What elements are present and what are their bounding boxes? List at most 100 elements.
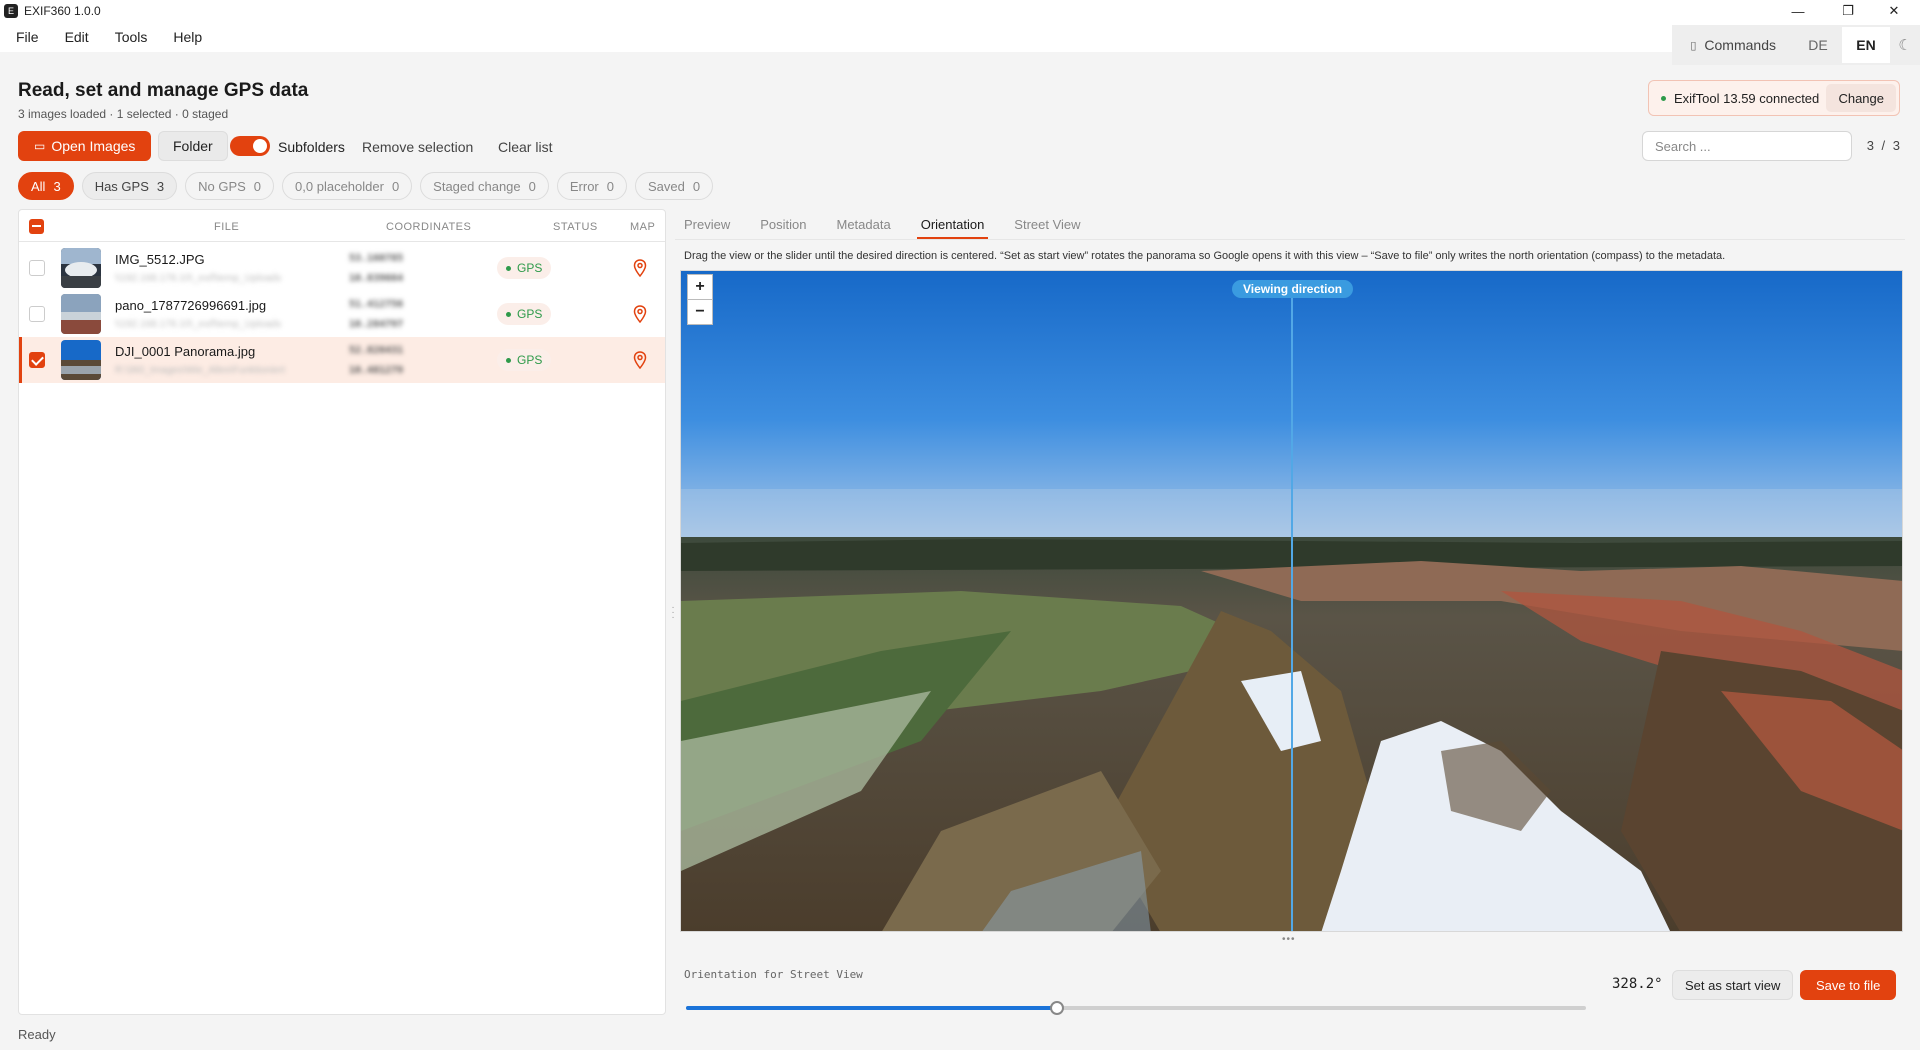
image-thumbnail (61, 294, 101, 334)
subfolders-toggle[interactable] (230, 136, 270, 156)
status-badge: GPS (497, 303, 552, 325)
col-map: MAP (630, 221, 656, 233)
viewing-direction-label: Viewing direction (1232, 280, 1354, 298)
status-badge: GPS (497, 257, 552, 279)
filter-chip[interactable]: All 3 (18, 172, 74, 200)
menu-tools[interactable]: Tools (115, 29, 148, 45)
lang-de-button[interactable]: DE (1794, 27, 1842, 63)
zoom-out-button[interactable]: − (687, 299, 713, 325)
filter-chip-count: 0 (606, 178, 614, 194)
col-coordinates[interactable]: COORDINATES (386, 221, 471, 233)
top-right-controls: ▯ Commands DE EN ☾ (1672, 25, 1920, 65)
lang-en-button[interactable]: EN (1842, 27, 1890, 63)
map-pin-icon[interactable] (630, 258, 650, 278)
filter-chip[interactable]: No GPS 0 (185, 172, 275, 200)
latitude: 51.412756 (349, 299, 404, 310)
longitude: 10.839664 (349, 273, 404, 284)
remove-selection-button[interactable]: Remove selection (362, 139, 473, 155)
open-images-label: Open Images (51, 138, 136, 154)
orientation-degrees: 328.2° (1612, 976, 1663, 992)
commands-icon: ▯ (1690, 39, 1697, 52)
clear-list-button[interactable]: Clear list (498, 139, 552, 155)
zoom-in-button[interactable]: + (687, 274, 713, 300)
filter-chip-label: Saved (648, 178, 685, 194)
table-row[interactable]: DJI_0001 Panorama.jpg R:\360_Images\Wie_A… (19, 337, 665, 383)
file-name: IMG_5512.JPG (115, 252, 205, 267)
row-checkbox[interactable] (29, 352, 45, 368)
col-status[interactable]: STATUS (553, 221, 598, 233)
filter-chip-label: All (31, 178, 46, 194)
filter-chip-count: 0 (253, 178, 262, 194)
status-text: GPS (517, 261, 543, 275)
select-all-checkbox[interactable] (29, 219, 44, 234)
menu-help[interactable]: Help (173, 29, 202, 45)
viewing-direction-line (1291, 293, 1293, 931)
menu-edit[interactable]: Edit (65, 29, 89, 45)
filter-chip-label: 0,0 placeholder (295, 178, 384, 194)
open-images-button[interactable]: ▭ Open Images (18, 131, 152, 161)
subfolders-label: Subfolders (278, 139, 345, 155)
tab-metadata[interactable]: Metadata (837, 209, 891, 239)
folder-button[interactable]: Folder (158, 131, 228, 161)
search-input[interactable] (1642, 131, 1852, 161)
orientation-slider-handle[interactable] (1050, 1001, 1064, 1015)
table-row[interactable]: IMG_5512.JPG \\192.168.178.10\_exif\temp_… (19, 245, 665, 291)
filter-chip-label: Error (569, 178, 599, 194)
filter-chip-label: Staged change (433, 178, 521, 194)
status-bar: Ready (18, 1027, 56, 1042)
filter-chips: All 3 Has GPS 3 No GPS 0 0,0 placeholder 0 Stage… (18, 172, 714, 200)
file-list-panel: FILE COORDINATES STATUS MAP IMG_5512.JPG… (18, 209, 666, 1015)
image-icon: ▭ (34, 139, 46, 153)
tab-position[interactable]: Position (760, 209, 806, 239)
restore-button[interactable]: ❐ (1826, 0, 1870, 22)
tab-street-view[interactable]: Street View (1014, 209, 1080, 239)
tab-preview[interactable]: Preview (684, 209, 730, 239)
page-title: Read, set and manage GPS data (18, 80, 309, 101)
panorama-viewer[interactable]: + − Viewing direction (680, 270, 1903, 932)
theme-toggle-icon[interactable]: ☾ (1890, 36, 1920, 54)
minimize-button[interactable]: — (1776, 0, 1820, 22)
map-pin-icon[interactable] (630, 304, 650, 324)
status-badge: GPS (497, 349, 552, 371)
filter-chip-count: 0 (391, 178, 400, 194)
filter-chip-count: 0 (692, 178, 701, 194)
filter-chip-count: 0 (528, 178, 536, 194)
page-subtitle: 3 images loaded · 1 selected · 0 staged (18, 107, 229, 121)
table-row[interactable]: pano_1787726996691.jpg \\192.168.178.10\_… (19, 291, 665, 337)
orientation-slider-fill (686, 1006, 1057, 1010)
map-pin-icon[interactable] (630, 350, 650, 370)
menu-file[interactable]: File (16, 29, 39, 45)
status-text: GPS (517, 307, 543, 321)
file-path: \\192.168.178.10\_exif\temp_Uploads (115, 273, 282, 284)
title-bar: E EXIF360 1.0.0 — ❐ ✕ (0, 0, 1920, 22)
filter-chip[interactable]: Error 0 (556, 172, 627, 200)
save-to-file-button[interactable]: Save to file (1800, 970, 1897, 1000)
filter-chip[interactable]: Saved 0 (635, 172, 714, 200)
filter-chip[interactable]: Has GPS 3 (81, 172, 178, 200)
table-header: FILE COORDINATES STATUS MAP (19, 210, 665, 242)
commands-label: Commands (1704, 37, 1776, 53)
commands-button[interactable]: ▯ Commands (1672, 27, 1794, 63)
change-exiftool-button[interactable]: Change (1826, 84, 1896, 112)
filter-chip-count: 3 (53, 178, 61, 194)
window-title: EXIF360 1.0.0 (24, 4, 101, 18)
filter-chip[interactable]: 0,0 placeholder 0 (282, 172, 413, 200)
filter-chip[interactable]: Staged change 0 (420, 172, 549, 200)
close-button[interactable]: ✕ (1872, 0, 1916, 22)
col-file: FILE (214, 221, 240, 233)
set-start-view-button[interactable]: Set as start view (1672, 970, 1794, 1000)
connected-dot-icon (1661, 95, 1666, 101)
orientation-slider-label: Orientation for Street View (684, 968, 863, 981)
file-name: pano_1787726996691.jpg (115, 298, 267, 313)
file-name: DJI_0001 Panorama.jpg (115, 344, 256, 359)
image-thumbnail (61, 340, 101, 380)
row-checkbox[interactable] (29, 306, 45, 322)
app-logo-icon: E (4, 4, 18, 18)
tab-orientation[interactable]: Orientation (916, 209, 988, 239)
panel-splitter[interactable]: · · · (671, 603, 675, 623)
viewer-resize-handle[interactable]: ••• (1282, 934, 1296, 945)
latitude: 53.160785 (349, 253, 404, 264)
row-checkbox[interactable] (29, 260, 45, 276)
longitude: 10.284797 (349, 319, 404, 330)
status-text: GPS (517, 353, 543, 367)
